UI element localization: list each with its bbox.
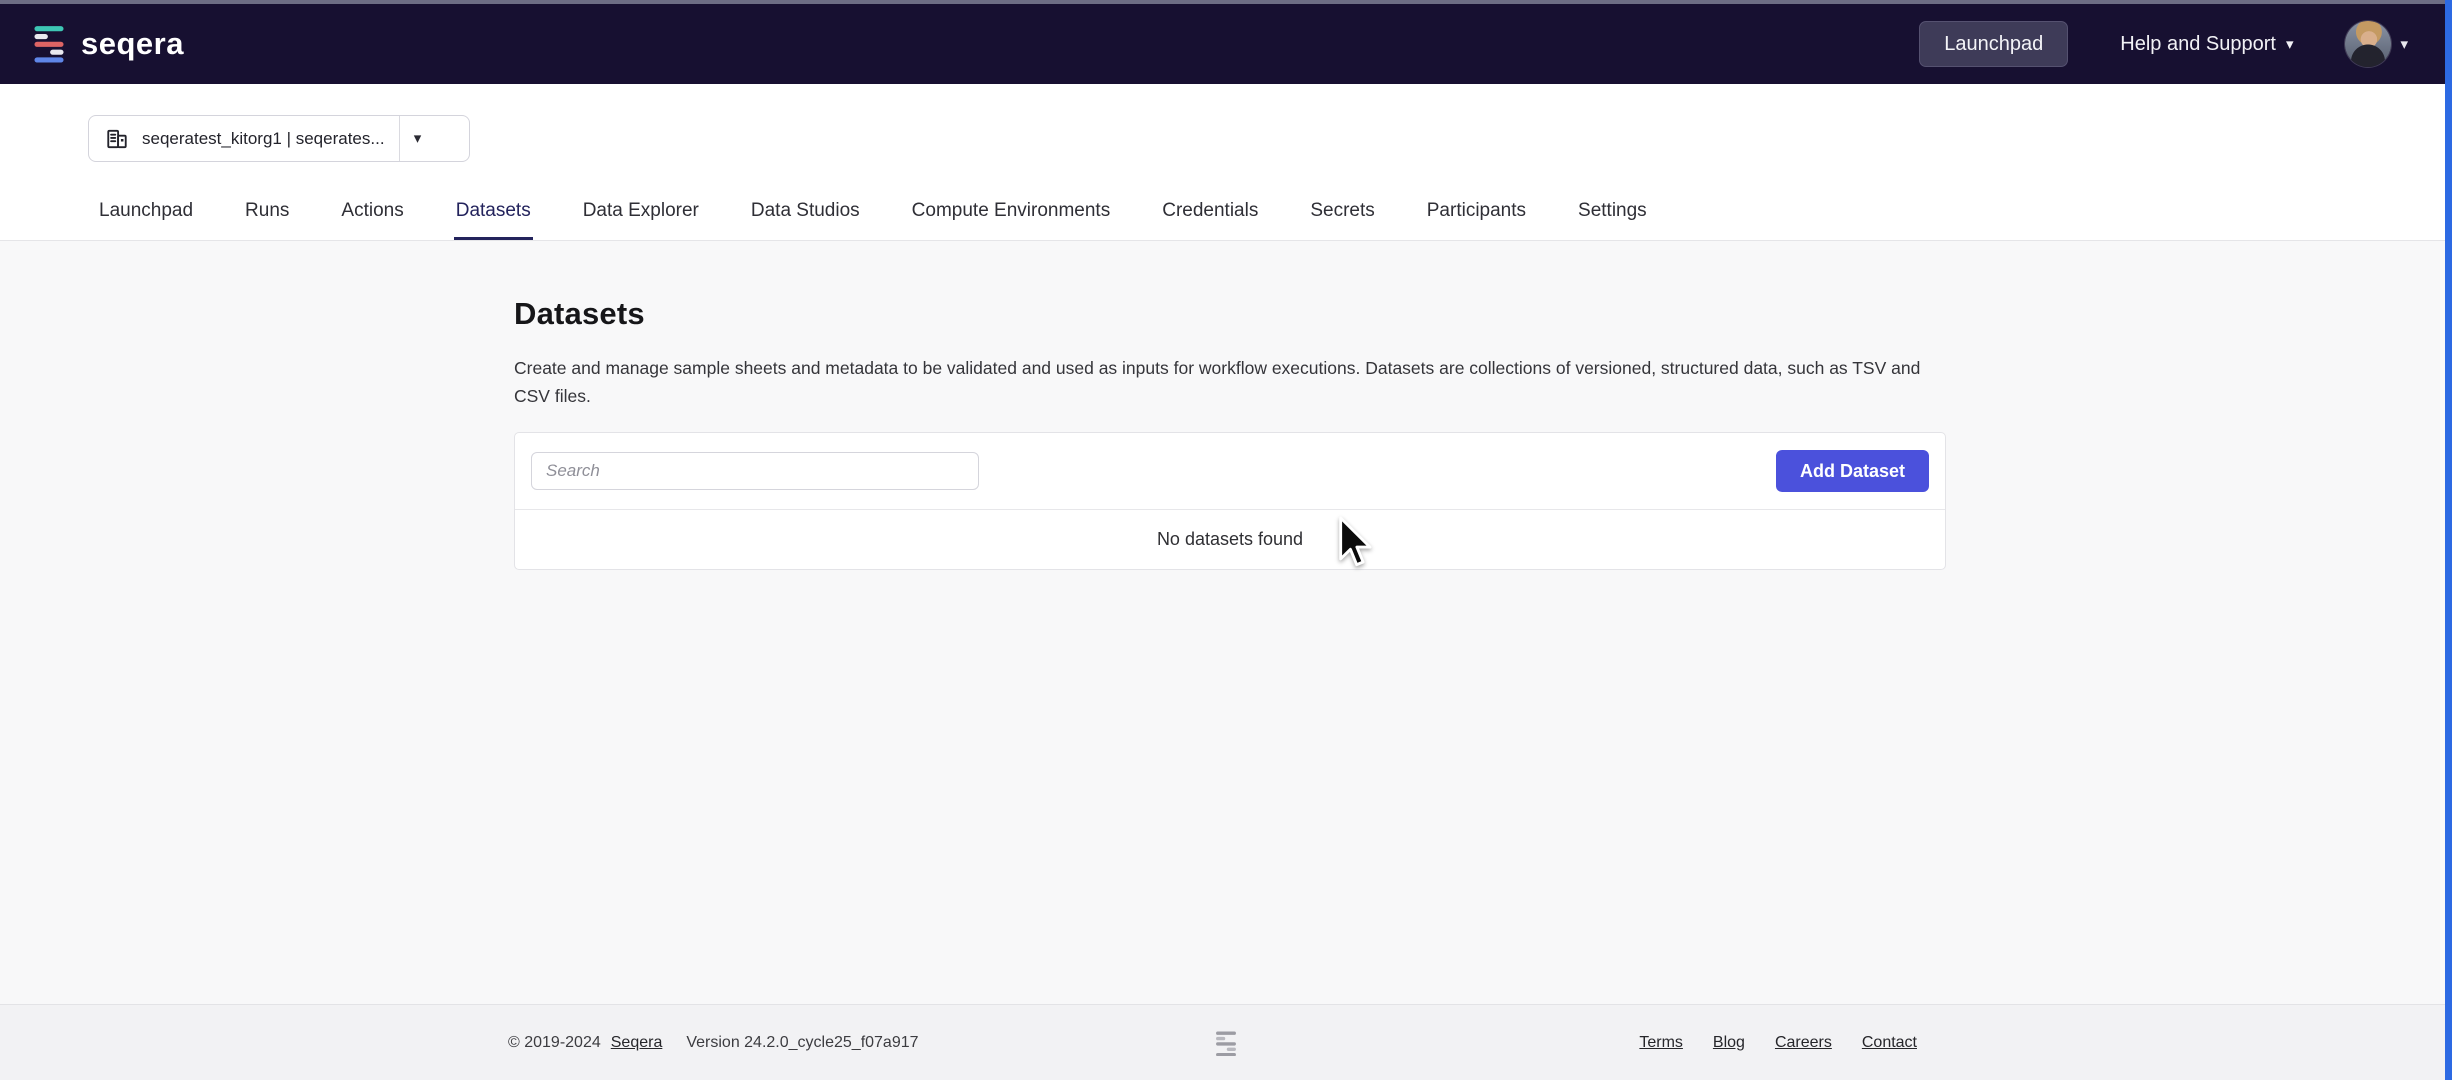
main-content: Datasets Create and manage sample sheets… [0, 241, 2452, 1004]
page-footer: © 2019-2024 Seqera Version 24.2.0_cycle2… [0, 1004, 2452, 1080]
workspace-tabbar: Launchpad Runs Actions Datasets Data Exp… [0, 185, 2452, 241]
tab-runs[interactable]: Runs [243, 185, 291, 240]
datasets-card-toolbar: Add Dataset [515, 433, 1945, 509]
workspace-selector-label: seqeratest_kitorg1 | seqerates... [142, 129, 399, 149]
window-right-edge [2445, 0, 2452, 1080]
tab-compute-environments[interactable]: Compute Environments [910, 185, 1113, 240]
footer-links: Terms Blog Careers Contact [1639, 1005, 1917, 1080]
datasets-section: Datasets Create and manage sample sheets… [514, 241, 1946, 570]
chevron-down-icon: ▾ [2400, 37, 2408, 52]
top-navbar: seqera Launchpad Help and Support ▾ ▾ [0, 4, 2452, 84]
seqera-logo-icon [30, 25, 68, 63]
window-top-edge [0, 0, 2452, 4]
search-input[interactable] [531, 452, 979, 490]
terms-link[interactable]: Terms [1639, 1034, 1683, 1052]
workspace-caret-button[interactable]: ▾ [400, 131, 436, 146]
copyright-text: © 2019-2024 [508, 1034, 601, 1052]
page-title: Datasets [514, 296, 1946, 332]
tab-secrets[interactable]: Secrets [1308, 185, 1376, 240]
tab-data-studios[interactable]: Data Studios [749, 185, 862, 240]
launchpad-button[interactable]: Launchpad [1919, 21, 2068, 67]
organization-icon [105, 127, 129, 151]
seqera-footer-link[interactable]: Seqera [611, 1034, 663, 1052]
tab-actions[interactable]: Actions [339, 185, 405, 240]
launchpad-button-label: Launchpad [1944, 33, 2043, 56]
blog-link[interactable]: Blog [1713, 1034, 1745, 1052]
navbar-right-group: Launchpad Help and Support ▾ ▾ [1919, 21, 2408, 67]
chevron-down-icon: ▾ [414, 131, 422, 146]
help-and-support-menu[interactable]: Help and Support ▾ [2120, 33, 2293, 56]
workspace-header: seqeratest_kitorg1 | seqerates... ▾ Laun… [0, 84, 2452, 241]
add-dataset-button[interactable]: Add Dataset [1776, 450, 1929, 492]
tab-credentials[interactable]: Credentials [1160, 185, 1260, 240]
seqera-logo-link[interactable]: seqera [30, 25, 184, 63]
tab-launchpad[interactable]: Launchpad [97, 185, 195, 240]
user-avatar [2345, 21, 2391, 67]
version-text: Version 24.2.0_cycle25_f07a917 [686, 1034, 918, 1052]
careers-link[interactable]: Careers [1775, 1034, 1832, 1052]
datasets-card: Add Dataset No datasets found [514, 432, 1946, 570]
datasets-empty-row: No datasets found [515, 509, 1945, 569]
seqera-platform-window: seqera Launchpad Help and Support ▾ ▾ [0, 0, 2452, 1080]
workspace-selector[interactable]: seqeratest_kitorg1 | seqerates... ▾ [88, 115, 470, 162]
page-description: Create and manage sample sheets and meta… [514, 354, 1946, 410]
seqera-glyph-icon [1213, 1030, 1239, 1061]
tab-data-explorer[interactable]: Data Explorer [581, 185, 701, 240]
tab-datasets[interactable]: Datasets [454, 185, 533, 240]
contact-link[interactable]: Contact [1862, 1034, 1917, 1052]
user-menu[interactable]: ▾ [2345, 21, 2408, 67]
tab-settings[interactable]: Settings [1576, 185, 1649, 240]
chevron-down-icon: ▾ [2286, 37, 2294, 52]
help-and-support-label: Help and Support [2120, 33, 2276, 56]
seqera-wordmark: seqera [81, 26, 184, 62]
tab-participants[interactable]: Participants [1425, 185, 1528, 240]
footer-copyright-group: © 2019-2024 Seqera Version 24.2.0_cycle2… [508, 1005, 919, 1080]
empty-state-message: No datasets found [1157, 529, 1303, 550]
